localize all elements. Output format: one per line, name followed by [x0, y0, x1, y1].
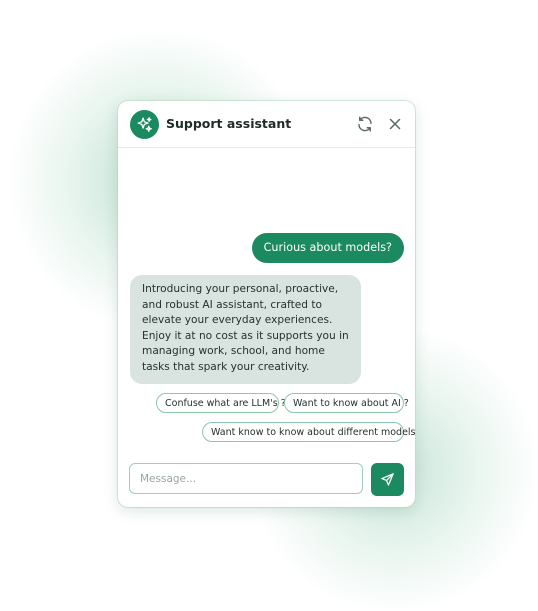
refresh-icon	[358, 116, 372, 132]
message-input-wrapper	[129, 463, 363, 494]
chat-header: Support assistant	[118, 101, 415, 148]
page-background: Support assistant Curious about models? …	[0, 0, 538, 611]
chat-widget: Support assistant Curious about models? …	[118, 101, 415, 507]
suggestion-chip[interactable]: Want to know about AI ?	[284, 393, 409, 413]
message-input[interactable]	[130, 464, 362, 493]
close-button[interactable]	[386, 115, 404, 133]
assistant-message: Introducing your personal, proactive, an…	[130, 275, 361, 384]
send-icon	[381, 473, 394, 486]
send-button[interactable]	[371, 463, 404, 496]
chat-title: Support assistant	[166, 116, 292, 131]
refresh-button[interactable]	[356, 115, 374, 133]
close-icon	[389, 118, 401, 130]
suggestion-chip[interactable]: Confuse what are LLM's ?	[156, 393, 286, 413]
sparkles-icon	[130, 110, 159, 139]
user-message: Curious about models?	[251, 233, 404, 263]
suggestion-chip[interactable]: Want know to know about different models…	[202, 422, 415, 442]
